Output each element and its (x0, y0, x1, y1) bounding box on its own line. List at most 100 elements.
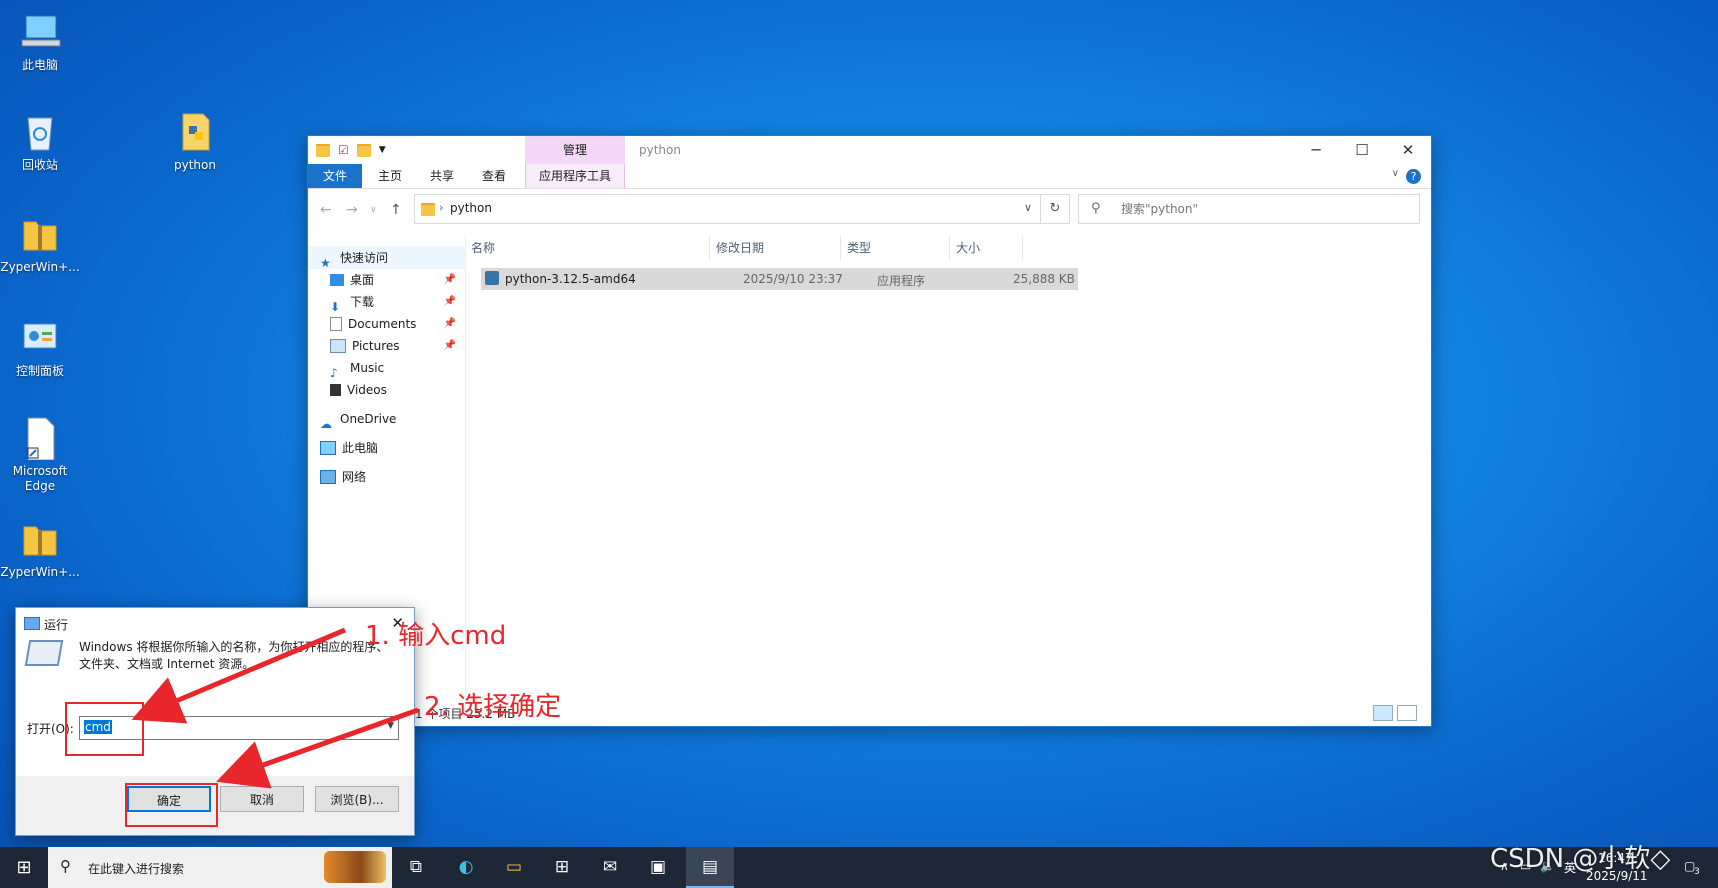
music-icon: ♪ (330, 366, 338, 380)
recent-chevron-icon[interactable]: ∨ (370, 205, 377, 215)
properties-icon[interactable]: ☑ (338, 143, 349, 157)
desktop-icon-label: 此电脑 (21, 58, 58, 72)
column-header-type[interactable]: 类型 (841, 236, 950, 260)
tab-share[interactable]: 共享 (418, 164, 466, 188)
quick-access-toolbar: ☑ ▼ (316, 143, 386, 157)
chevron-down-icon[interactable]: ▼ (387, 721, 394, 731)
pin-icon[interactable]: 📌 (444, 269, 456, 291)
document-icon (330, 317, 342, 331)
control-panel-icon (18, 316, 62, 360)
tab-file[interactable]: 文件 (308, 164, 362, 188)
nav-label: 下载 (350, 295, 375, 309)
nav-label: Documents (348, 317, 417, 331)
nav-network[interactable]: 网络 (320, 466, 450, 488)
edge-icon[interactable]: ◐ (442, 847, 490, 888)
computer-icon (320, 441, 336, 455)
cloud-icon: ☁ (320, 417, 332, 431)
pin-icon[interactable]: 📌 (444, 291, 456, 313)
desktop-icon-label: ZyperWin+... (0, 565, 80, 579)
nav-item-videos[interactable]: Videos (330, 379, 460, 401)
nav-label: 快速访问 (340, 251, 389, 265)
computer-icon (18, 10, 62, 54)
search-icon: ⚲ (60, 857, 71, 875)
column-header-name[interactable]: 名称 (465, 236, 710, 260)
desktop-icon-edge[interactable]: Microsoft Edge (0, 416, 80, 494)
title-bar: ☑ ▼ 管理 python ─ ☐ ✕ (308, 136, 1431, 164)
pin-icon[interactable]: 📌 (444, 335, 456, 357)
store-icon[interactable]: ⊞ (538, 847, 586, 888)
tab-manage[interactable]: 管理 (525, 136, 625, 164)
nav-this-pc[interactable]: 此电脑 (320, 437, 450, 459)
file-size: 25,888 KB (1013, 272, 1075, 286)
browse-button[interactable]: 浏览(B)... (315, 786, 399, 812)
nav-item-downloads[interactable]: ⬇ 下载 📌 (330, 291, 460, 314)
annotation-step1: 1. 输入cmd (365, 621, 507, 651)
remote-desktop-icon[interactable]: ▣ (634, 847, 682, 888)
desktop-icon-zyperwin-1[interactable]: ZyperWin+... (0, 212, 80, 275)
close-button[interactable]: ✕ (1385, 136, 1431, 164)
maximize-button[interactable]: ☐ (1339, 136, 1385, 164)
python-folder-icon (173, 110, 217, 154)
folder-icon[interactable] (316, 143, 330, 157)
ribbon-expand-icon[interactable]: ∨ (1392, 168, 1399, 179)
nav-item-pictures[interactable]: Pictures 📌 (330, 335, 460, 357)
task-view-icon[interactable]: ⧉ (392, 847, 440, 888)
desktop-icon-python[interactable]: python (155, 110, 235, 173)
refresh-button[interactable]: ↻ (1041, 194, 1070, 224)
column-header-modified[interactable]: 修改日期 (710, 236, 841, 260)
address-bar[interactable]: › python ∨ (414, 194, 1041, 224)
taskbar: ⊞ ⚲ 在此键入进行搜索 ⧉ ◐ ▭ ⊞ ✉ ▣ ▤ ∧ ▭ 🔈 英 16:47… (0, 847, 1718, 888)
minimize-button[interactable]: ─ (1293, 136, 1339, 164)
desktop-icon-label: python (174, 158, 216, 172)
new-folder-icon[interactable] (356, 143, 371, 157)
chevron-down-icon[interactable]: ▼ (379, 145, 386, 155)
breadcrumb[interactable]: python (450, 201, 492, 215)
up-arrow-icon[interactable]: ↑ (390, 202, 402, 218)
nav-item-music[interactable]: ♪ Music (330, 357, 460, 380)
desktop-icon-control-panel[interactable]: 控制面板 (0, 316, 80, 379)
shortcut-file-icon (18, 416, 62, 461)
nav-quick-access[interactable]: ★ 快速访问 (320, 247, 450, 270)
details-view-icon[interactable] (1373, 705, 1393, 721)
nav-label: 此电脑 (342, 441, 379, 455)
mail-icon[interactable]: ✉ (586, 847, 634, 888)
desktop-icon-this-pc[interactable]: 此电脑 (0, 10, 80, 73)
forward-arrow-icon[interactable]: → (346, 202, 358, 218)
folder-icon (421, 203, 435, 216)
taskbar-search-placeholder: 在此键入进行搜索 (88, 862, 185, 876)
nav-item-desktop[interactable]: 桌面 📌 (330, 269, 460, 291)
zip-folder-icon (18, 517, 62, 561)
column-header-size[interactable]: 大小 (950, 236, 1023, 260)
run-description: Windows 将根据你所输入的名称，为你打开相应的程序、文件夹、文档或 Int… (79, 640, 389, 671)
pictures-icon (330, 339, 346, 353)
run-icon (24, 617, 40, 630)
desktop-icon-label: 回收站 (21, 158, 58, 172)
tab-application-tools[interactable]: 应用程序工具 (525, 164, 625, 188)
nav-label: Pictures (352, 339, 400, 353)
windows-start-icon[interactable]: ⊞ (0, 847, 48, 888)
table-row[interactable]: python-3.12.5-amd64 2025/9/10 23:37 应用程序… (481, 268, 1078, 290)
cancel-button[interactable]: 取消 (220, 786, 304, 812)
nav-onedrive[interactable]: ☁ OneDrive (320, 408, 450, 431)
run-taskbar-icon[interactable]: ▤ (686, 847, 734, 888)
ribbon-tabs: 文件 主页 共享 查看 应用程序工具 ∨ ? (308, 164, 1431, 189)
search-box[interactable]: ⚲ (1078, 194, 1420, 224)
file-explorer-icon[interactable]: ▭ (490, 847, 538, 888)
help-icon[interactable]: ? (1406, 169, 1421, 184)
breadcrumb-separator-icon: › (439, 201, 444, 214)
nav-label: 桌面 (350, 273, 375, 287)
download-icon: ⬇ (330, 300, 341, 314)
nav-item-documents[interactable]: Documents 📌 (330, 313, 460, 335)
address-row: ← → ∨ ↑ › python ∨ ↻ ⚲ (308, 194, 1431, 226)
tab-home[interactable]: 主页 (366, 164, 414, 188)
back-arrow-icon[interactable]: ← (320, 202, 332, 218)
desktop-icon-zyperwin-2[interactable]: ZyperWin+... (0, 517, 80, 580)
large-icons-view-icon[interactable] (1397, 705, 1417, 721)
desktop-icon-recycle-bin[interactable]: 回收站 (0, 110, 80, 173)
taskbar-search[interactable]: ⚲ 在此键入进行搜索 (48, 847, 392, 888)
pin-icon[interactable]: 📌 (444, 313, 456, 335)
search-input[interactable] (1119, 199, 1403, 219)
chevron-down-icon[interactable]: ∨ (1024, 201, 1032, 214)
search-icon: ⚲ (1091, 201, 1101, 216)
tab-view[interactable]: 查看 (470, 164, 518, 188)
